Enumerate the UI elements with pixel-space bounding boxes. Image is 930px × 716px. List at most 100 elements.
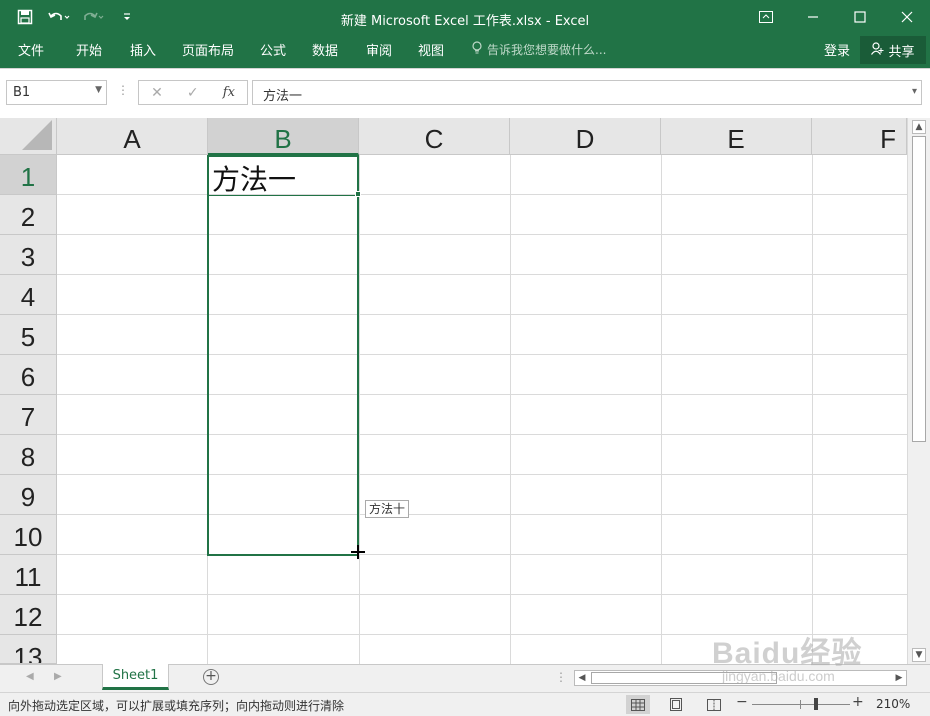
row-header-5[interactable]: 5 <box>0 315 57 355</box>
formula-value: 方法一 <box>263 89 303 104</box>
sheet-tab-sheet1[interactable]: Sheet1 <box>102 664 169 690</box>
row-header-9[interactable]: 9 <box>0 475 57 515</box>
tell-me-placeholder: 告诉我您想要做什么... <box>487 43 607 57</box>
normal-view-icon[interactable] <box>626 695 650 714</box>
tab-view[interactable]: 视图 <box>418 40 444 59</box>
title-bar: 新建 Microsoft Excel 工作表.xlsx - Excel <box>0 0 930 34</box>
column-header-d[interactable]: D <box>510 118 661 155</box>
maximize-button[interactable] <box>836 0 883 34</box>
tab-review[interactable]: 审阅 <box>366 40 392 59</box>
grid-line <box>57 314 907 315</box>
status-message: 向外拖动选定区域，可以扩展或填充序列；向内拖动则进行清除 <box>8 699 345 713</box>
formula-buttons: ✕ ✓ fx <box>138 80 248 105</box>
page-layout-view-icon[interactable] <box>664 695 688 714</box>
scroll-down-icon[interactable]: ▼ <box>912 648 926 662</box>
resize-dots-icon[interactable]: ⋮ <box>117 83 129 97</box>
tab-file[interactable]: 文件 <box>18 40 44 59</box>
row-header-2[interactable]: 2 <box>0 195 57 235</box>
grid-line <box>812 155 813 664</box>
row-header-10[interactable]: 10 <box>0 515 57 555</box>
zoom-level[interactable]: 210% <box>876 697 910 711</box>
login-link[interactable]: 登录 <box>824 40 850 59</box>
sheet-prev-icon[interactable]: ◀ <box>26 671 34 682</box>
page-break-view-icon[interactable] <box>702 695 726 714</box>
scroll-left-icon[interactable]: ◀ <box>575 671 589 685</box>
undo-icon[interactable] <box>44 6 74 28</box>
tab-page-layout[interactable]: 页面布局 <box>182 40 234 59</box>
formula-bar: B1 ▼ ⋮ ✕ ✓ fx 方法一 ▾ <box>0 68 930 118</box>
grid-line <box>57 194 907 195</box>
row-header-8[interactable]: 8 <box>0 435 57 475</box>
grid-line <box>57 434 907 435</box>
expand-formula-icon[interactable]: ▾ <box>912 86 917 97</box>
zoom-out-button[interactable]: − <box>736 694 748 710</box>
row-header-13[interactable]: 13 <box>0 635 57 664</box>
name-box-value: B1 <box>13 85 31 100</box>
tell-me-box[interactable]: 告诉我您想要做什么... <box>472 41 606 58</box>
select-all-button[interactable] <box>0 118 57 155</box>
grid-line <box>57 594 907 595</box>
grid-line <box>57 514 907 515</box>
grid-line <box>661 155 662 664</box>
sheet-tab-bar: ◀ ▶ Sheet1 + ⋮ ◀ ▶ <box>0 664 930 692</box>
status-bar: 向外拖动选定区域，可以扩展或填充序列；向内拖动则进行清除 − + 210% <box>0 692 930 716</box>
share-button[interactable]: 共享 <box>860 36 926 64</box>
tab-home[interactable]: 开始 <box>76 40 102 59</box>
selection-range-b1-b10[interactable] <box>207 155 359 556</box>
minimize-button[interactable] <box>789 0 836 34</box>
insert-function-icon[interactable]: fx <box>223 85 235 100</box>
row-header-4[interactable]: 4 <box>0 275 57 315</box>
redo-icon[interactable] <box>78 6 108 28</box>
grid-line <box>57 634 907 635</box>
column-header-c[interactable]: C <box>359 118 510 155</box>
tab-data[interactable]: 数据 <box>312 40 338 59</box>
column-header-f[interactable]: F <box>812 118 907 155</box>
column-header-e[interactable]: E <box>661 118 812 155</box>
grid-line <box>57 274 907 275</box>
row-header-7[interactable]: 7 <box>0 395 57 435</box>
row-header-3[interactable]: 3 <box>0 235 57 275</box>
customize-icon[interactable] <box>112 6 142 28</box>
grid-line <box>359 155 360 664</box>
vertical-scrollbar[interactable]: ▲ ▼ <box>907 118 930 664</box>
quick-access-toolbar <box>10 6 142 28</box>
formula-input[interactable]: 方法一 ▾ <box>252 80 922 105</box>
grid-line <box>57 394 907 395</box>
sheet-next-icon[interactable]: ▶ <box>54 671 62 682</box>
chevron-down-icon[interactable]: ▼ <box>95 85 102 95</box>
vertical-scroll-thumb[interactable] <box>912 136 926 442</box>
zoom-in-button[interactable]: + <box>852 694 864 710</box>
zoom-slider-thumb[interactable] <box>814 698 818 710</box>
scroll-up-icon[interactable]: ▲ <box>912 120 926 134</box>
enter-icon[interactable]: ✓ <box>187 85 199 101</box>
grid-line <box>57 474 907 475</box>
crosshair-cursor-icon <box>351 545 365 559</box>
column-header-a[interactable]: A <box>57 118 208 155</box>
horizontal-scroll-thumb[interactable] <box>591 672 777 684</box>
horizontal-scrollbar[interactable]: ◀ ▶ <box>574 670 907 686</box>
lightbulb-icon <box>472 41 482 58</box>
grid-line <box>57 554 907 555</box>
tab-insert[interactable]: 插入 <box>130 40 156 59</box>
row-header-12[interactable]: 12 <box>0 595 57 635</box>
tab-split-dots-icon[interactable]: ⋮ <box>555 670 567 684</box>
zoom-slider[interactable] <box>752 704 850 705</box>
grid-line <box>57 234 907 235</box>
fill-handle[interactable] <box>355 191 361 197</box>
tab-formulas[interactable]: 公式 <box>260 40 286 59</box>
scroll-right-icon[interactable]: ▶ <box>892 671 906 685</box>
row-header-6[interactable]: 6 <box>0 355 57 395</box>
row-header-1[interactable]: 1 <box>0 155 57 195</box>
add-sheet-icon[interactable]: + <box>203 669 219 685</box>
cancel-icon[interactable]: ✕ <box>151 85 163 101</box>
name-box[interactable]: B1 ▼ <box>6 80 107 105</box>
ribbon-display-button[interactable] <box>742 0 789 34</box>
cell-area[interactable]: 方法一 方法十 <box>57 155 907 664</box>
worksheet-grid: A B C D E F 1 2 3 4 5 6 7 8 9 10 11 12 1… <box>0 118 930 664</box>
column-header-b[interactable]: B <box>208 118 359 155</box>
close-button[interactable] <box>883 0 930 34</box>
zoom-slider-midmark <box>800 700 801 709</box>
row-header-11[interactable]: 11 <box>0 555 57 595</box>
person-icon <box>871 41 884 59</box>
save-icon[interactable] <box>10 6 40 28</box>
